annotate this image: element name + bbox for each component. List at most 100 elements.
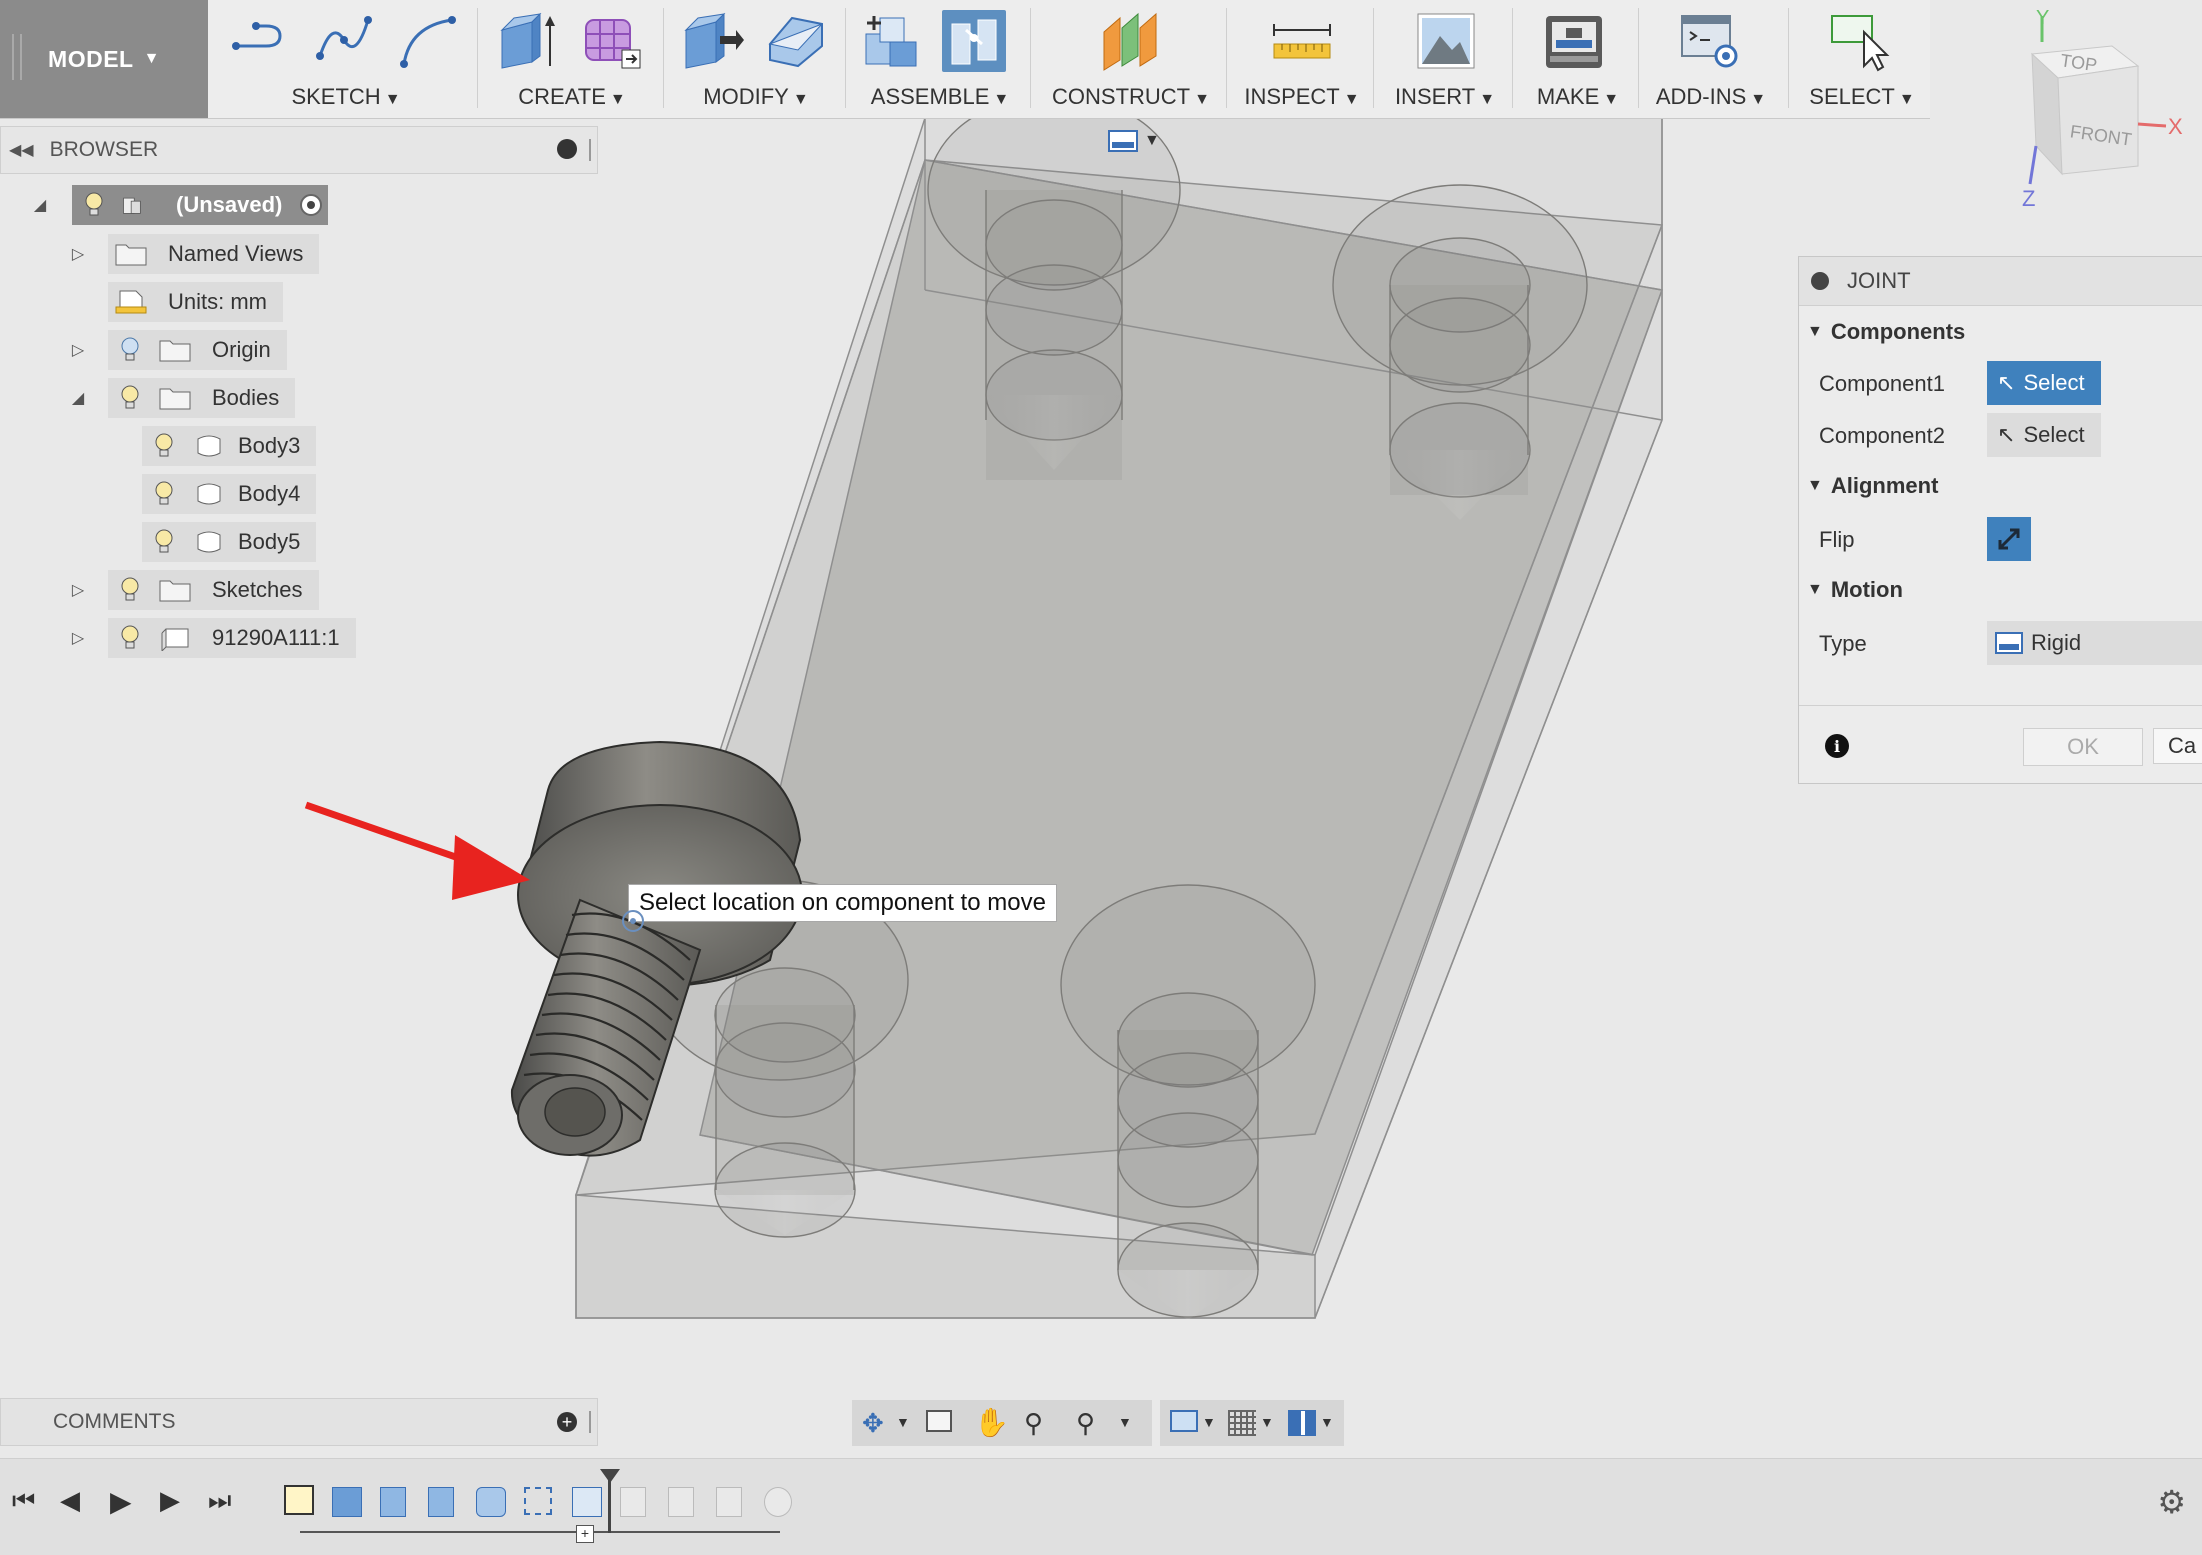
panel-grip-icon[interactable] xyxy=(589,1411,591,1433)
visibility-bulb-icon[interactable] xyxy=(152,432,176,460)
component2-select-button[interactable]: ↖ Select xyxy=(1987,413,2101,457)
toolbar-group-create[interactable]: CREATE ▼ xyxy=(482,0,662,118)
toolbar-group-modify[interactable]: MODIFY ▼ xyxy=(668,0,844,118)
viewports-icon[interactable] xyxy=(1288,1410,1316,1436)
collapsed-triangle-icon[interactable]: ▷ xyxy=(68,244,88,264)
chevron-down-icon[interactable]: ▼ xyxy=(1202,1414,1216,1430)
toolbar-group-select[interactable]: SELECT ▼ xyxy=(1794,0,1930,118)
step-back-icon[interactable]: ◀ xyxy=(60,1485,80,1516)
insert-image-icon[interactable] xyxy=(1414,10,1478,72)
insert-component-feature-icon[interactable] xyxy=(572,1487,602,1517)
go-to-end-icon[interactable]: ⏭ xyxy=(208,1485,231,1517)
display-settings-widget[interactable]: ▼ xyxy=(1108,126,1168,156)
cancel-button[interactable]: Ca xyxy=(2153,728,2202,764)
expanded-triangle-icon[interactable]: ◢ xyxy=(30,195,50,215)
form-icon[interactable] xyxy=(580,10,644,72)
collapsed-triangle-icon[interactable]: ▷ xyxy=(68,628,88,648)
pan-hand-icon[interactable]: ✋ xyxy=(974,1406,1009,1439)
flip-button[interactable] xyxy=(1987,517,2031,561)
visibility-bulb-icon[interactable] xyxy=(82,191,106,219)
toolbar-group-sketch[interactable]: SKETCH ▼ xyxy=(216,0,476,118)
chevron-down-icon[interactable]: ▼ xyxy=(1260,1414,1274,1430)
tree-item-origin[interactable]: ▷ Origin xyxy=(68,330,287,370)
tree-item-body5[interactable]: Body5 xyxy=(142,522,317,562)
toolbar-group-inspect[interactable]: INSPECT ▼ xyxy=(1232,0,1372,118)
step-forward-icon[interactable]: ▶ xyxy=(160,1485,180,1516)
expand-icon[interactable]: + xyxy=(557,1412,577,1432)
chevron-down-icon[interactable]: ▼ xyxy=(1118,1414,1132,1430)
visibility-bulb-icon[interactable] xyxy=(152,528,176,556)
timeline-settings-gear-icon[interactable]: ⚙ xyxy=(2157,1483,2186,1521)
ok-button[interactable]: OK xyxy=(2023,728,2143,766)
toolbar-group-insert[interactable]: INSERT ▼ xyxy=(1378,0,1512,118)
visibility-bulb-icon[interactable] xyxy=(152,480,176,508)
grid-icon[interactable] xyxy=(1228,1410,1256,1436)
tree-item-units[interactable]: Units: mm xyxy=(108,282,283,322)
tree-item-body3[interactable]: Body3 xyxy=(142,426,317,466)
suppressed-feature-icon[interactable] xyxy=(764,1487,792,1517)
display-settings-icon[interactable] xyxy=(1170,1410,1198,1432)
add-feature-icon[interactable]: + xyxy=(576,1525,594,1543)
toolbar-group-add-ins[interactable]: ADD-INS ▼ xyxy=(1644,0,1778,118)
chevron-down-icon[interactable]: ▼ xyxy=(1320,1414,1334,1430)
toolbar-group-make[interactable]: MAKE ▼ xyxy=(1518,0,1638,118)
tree-item-screw-component[interactable]: ▷ 91290A111:1 xyxy=(68,618,356,658)
alignment-section-header[interactable]: ▼ Alignment xyxy=(1807,473,1938,499)
visibility-bulb-icon[interactable] xyxy=(118,624,142,652)
arc-tool-icon[interactable] xyxy=(396,10,460,72)
toolbar-grip[interactable] xyxy=(12,34,22,80)
visibility-bulb-icon[interactable] xyxy=(118,336,142,364)
components-section-header[interactable]: ▼ Components xyxy=(1807,319,1965,345)
toolbar-group-assemble[interactable]: ASSEMBLE ▼ xyxy=(850,0,1030,118)
visibility-bulb-icon[interactable] xyxy=(118,384,142,412)
component1-select-button[interactable]: ↖ Select xyxy=(1987,361,2101,405)
timeline-marker-handle[interactable] xyxy=(600,1469,620,1483)
collapsed-triangle-icon[interactable]: ▷ xyxy=(68,340,88,360)
scripts-addins-icon[interactable] xyxy=(1678,10,1742,72)
joint-icon[interactable] xyxy=(942,10,1006,72)
look-at-icon[interactable] xyxy=(926,1410,952,1432)
extrude-icon[interactable] xyxy=(496,10,560,72)
fillet-icon[interactable] xyxy=(764,10,828,72)
zoom-window-icon[interactable]: ⚲ xyxy=(1076,1408,1095,1439)
tree-item-body4[interactable]: Body4 xyxy=(142,474,317,514)
tree-root[interactable]: ◢ (Unsaved) xyxy=(30,185,329,225)
orbit-icon[interactable]: ✥ xyxy=(862,1408,884,1439)
suppressed-feature-icon[interactable] xyxy=(716,1487,742,1517)
press-pull-icon[interactable] xyxy=(680,10,744,72)
suppressed-feature-icon[interactable] xyxy=(668,1487,694,1517)
timeline-marker[interactable] xyxy=(608,1475,611,1533)
minimize-icon[interactable] xyxy=(557,139,577,159)
hole-feature-icon[interactable] xyxy=(476,1487,506,1517)
extrude-feature-icon[interactable] xyxy=(332,1487,362,1517)
3d-print-icon[interactable] xyxy=(1542,10,1606,72)
new-component-icon[interactable] xyxy=(860,10,924,72)
tree-item-bodies[interactable]: ◢ Bodies xyxy=(68,378,296,418)
motion-type-dropdown[interactable]: Rigid xyxy=(1987,621,2202,665)
collapse-panel-icon[interactable]: ◀◀ xyxy=(9,140,34,160)
activate-radio-icon[interactable] xyxy=(300,194,323,216)
go-to-start-icon[interactable]: ⏮ xyxy=(12,1485,35,1517)
toolbar-group-construct[interactable]: CONSTRUCT ▼ xyxy=(1036,0,1226,118)
zoom-icon[interactable]: ⚲ xyxy=(1024,1408,1043,1439)
sketch-feature-icon[interactable] xyxy=(284,1485,314,1515)
extrude-feature-icon[interactable] xyxy=(380,1487,406,1517)
tree-item-sketches[interactable]: ▷ Sketches xyxy=(68,570,319,610)
measure-icon[interactable] xyxy=(1270,10,1334,72)
comments-panel[interactable]: COMMENTS + xyxy=(0,1398,598,1446)
line-tool-icon[interactable] xyxy=(226,10,290,72)
visibility-bulb-icon[interactable] xyxy=(118,576,142,604)
workspace-switcher[interactable]: MODEL ▼ xyxy=(0,0,208,118)
tree-item-named-views[interactable]: ▷ Named Views xyxy=(68,234,320,274)
expanded-triangle-icon[interactable]: ◢ xyxy=(68,388,88,408)
motion-section-header[interactable]: ▼ Motion xyxy=(1807,577,1903,603)
play-icon[interactable]: ▶ xyxy=(110,1485,132,1518)
chevron-down-icon[interactable]: ▼ xyxy=(896,1414,910,1430)
minimize-icon[interactable] xyxy=(1811,272,1829,290)
spline-tool-icon[interactable] xyxy=(312,10,376,72)
extrude-feature-icon[interactable] xyxy=(428,1487,454,1517)
info-icon[interactable]: i xyxy=(1825,734,1849,758)
window-select-icon[interactable] xyxy=(1828,10,1892,72)
panel-grip-icon[interactable] xyxy=(589,139,591,161)
viewcube[interactable]: Y TOP FRONT X Z xyxy=(2000,6,2196,216)
